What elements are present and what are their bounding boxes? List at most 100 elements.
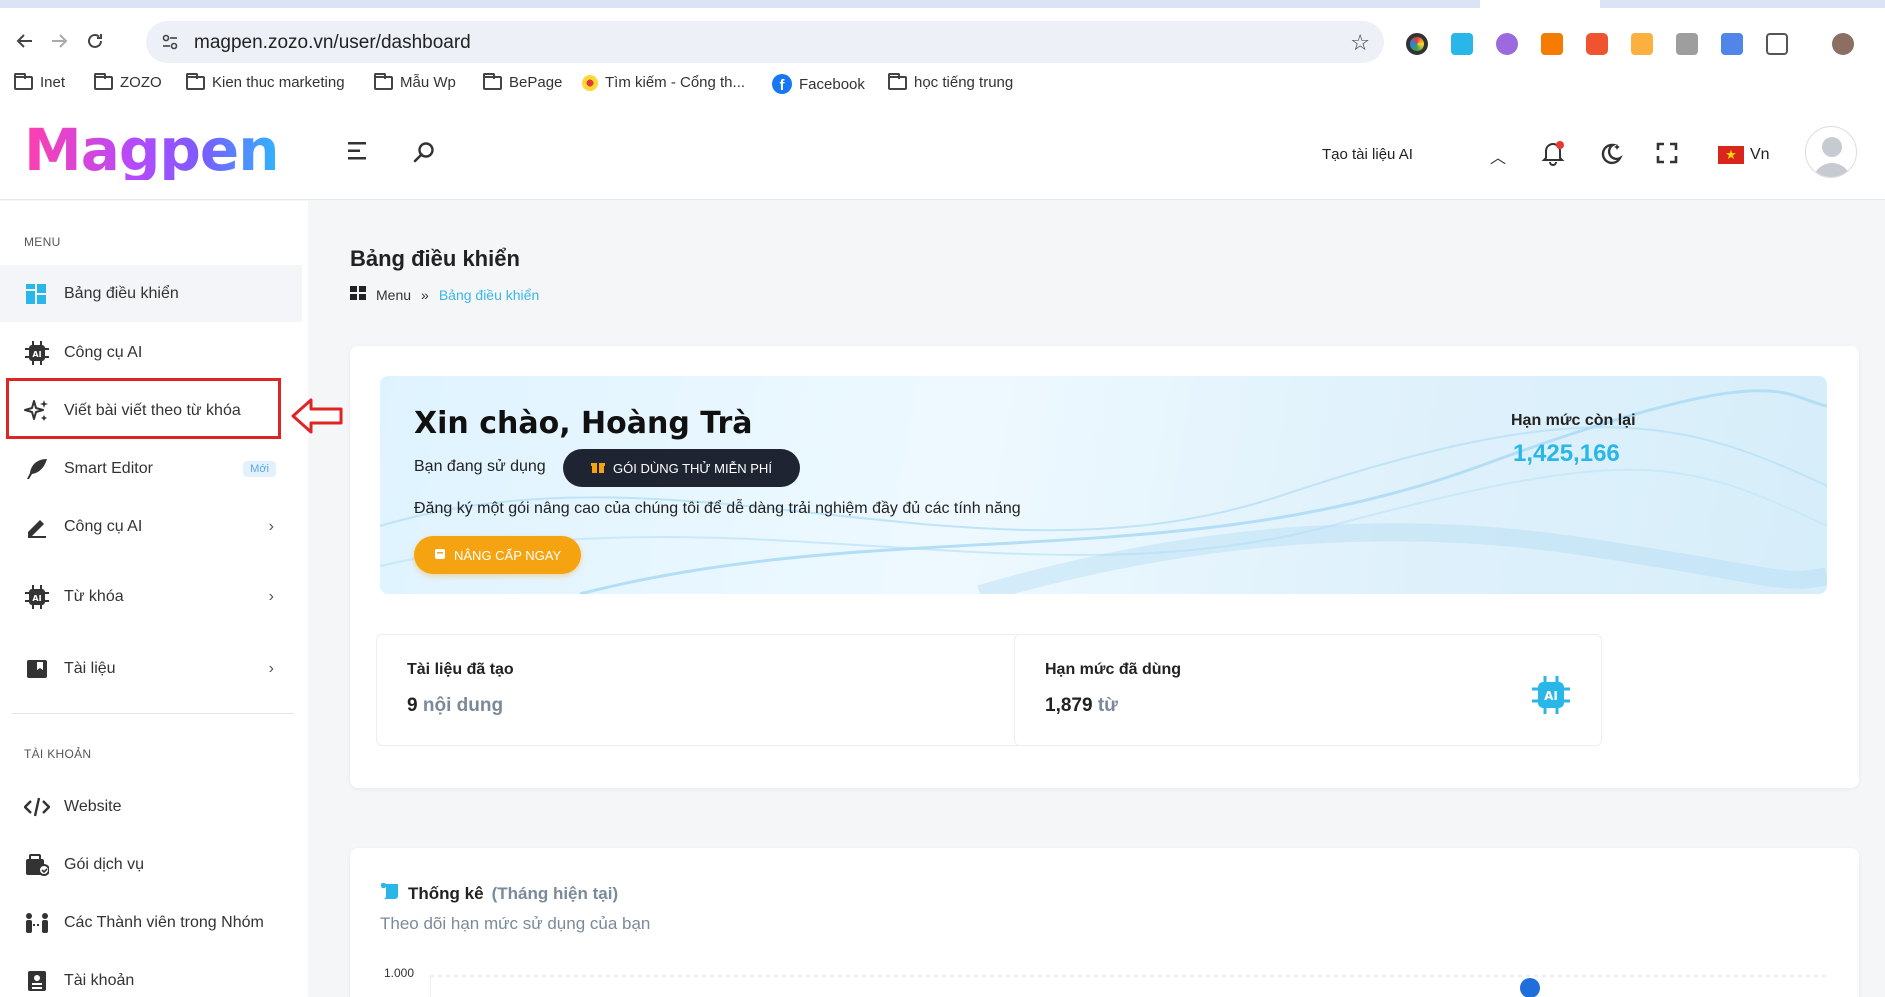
extension-target-icon[interactable] [1631,33,1653,55]
folder-icon [483,72,502,90]
stat-value: 9 nội dung [407,695,504,716]
using-label: Bạn đang sử dụng [414,458,546,475]
upgrade-description: Đăng ký một gói nâng cao của chúng tôi đ… [414,500,1021,517]
extension-record-icon[interactable] [1586,33,1608,55]
profile-avatar[interactable] [1832,33,1854,55]
overview-card: Xin chào, Hoàng Trà Bạn đang sử dụng GÓI… [350,346,1859,788]
vietnam-flag-icon[interactable]: ★ [1718,146,1744,164]
notification-bell-icon[interactable] [1540,140,1566,171]
sidebar-item-ai-tools[interactable]: AI Công cụ AI [0,327,302,379]
chevron-right-icon: › [268,660,274,677]
breadcrumb: Menu » Bảng điều khiển [350,286,539,303]
folder-icon [94,72,113,90]
extension-screenshot-icon[interactable] [1451,33,1473,55]
annotation-arrow-icon [291,396,343,441]
chevron-up-icon[interactable]: ︿ [1490,144,1506,168]
grid-icon [350,286,366,303]
free-trial-plan-button[interactable]: GÓI DÙNG THỬ MIỄN PHÍ [563,449,800,487]
gift-icon [591,460,605,477]
sidebar-item-ai-tools-submenu[interactable]: Công cụ AI › [0,501,302,553]
sidebar-item-account[interactable]: Tài khoản [0,955,302,997]
y-axis-tick: 1.000 [384,966,415,980]
upgrade-button[interactable]: NÂNG CẤP NGAY [414,536,582,574]
bookmark-kien-thuc-marketing[interactable]: Kien thuc marketing [186,72,345,91]
statistics-card: Thống kê (Tháng hiện tại) Theo dõi hạn m… [350,848,1859,997]
statistics-title: Thống kê (Tháng hiện tại) [380,882,618,905]
remaining-quota-label: Hạn mức còn lại [1511,412,1636,429]
feather-icon [24,456,50,482]
bookmark-zozo[interactable]: ZOZO [94,72,162,91]
breadcrumb-current: Bảng điều khiển [438,286,540,303]
sidebar-item-website[interactable]: Website [0,781,302,833]
chart-point[interactable] [1520,978,1540,997]
chevron-right-icon: › [268,518,274,535]
documents-created-card: Tài liệu đã tạo 9 nội dung [376,634,1086,746]
sidebar-item-smart-editor[interactable]: Smart Editor Mới [0,443,302,495]
bookmark-mau-wp[interactable]: Mẫu Wp [374,72,456,91]
active-tab[interactable] [1480,0,1600,8]
id-card-icon [24,968,50,994]
bookmark-hoc-tieng-trung[interactable]: học tiếng trung [888,72,1013,91]
statistics-description: Theo dõi hạn mức sử dụng của bạn [380,914,651,933]
team-icon [24,910,50,936]
stat-value: 1,879 từ [1045,695,1118,716]
quota-used-card: Hạn mức đã dùng 1,879 từ AI [1014,634,1602,746]
code-icon [24,794,50,820]
stat-label: Tài liệu đã tạo [407,661,514,678]
svg-text:AI: AI [32,594,41,603]
menu-section-title: MENU [24,235,61,249]
site-settings-icon[interactable] [160,32,180,57]
bookmarks-bar: Inet ZOZO Kien thuc marketing Mẫu Wp BeP… [0,66,1885,102]
card-icon [434,548,446,563]
bookmark-bepage[interactable]: BePage [483,72,562,91]
breadcrumb-separator: » [421,286,429,303]
remaining-quota-value: 1,425,166 [1513,440,1620,467]
highlight-box [6,378,281,439]
language-code[interactable]: Vn [1750,146,1770,164]
package-icon [24,852,50,878]
reload-icon[interactable] [80,26,110,56]
extension-gear-icon[interactable] [1496,33,1518,55]
extension-translate-icon[interactable] [1721,33,1743,55]
sidebar-item-team-members[interactable]: Các Thành viên trong Nhóm [0,897,302,949]
sidebar-item-keywords[interactable]: AI Từ khóa › [0,571,302,623]
bookmark-facebook[interactable]: f Facebook [772,74,865,94]
pencil-icon [24,514,50,540]
stat-label: Hạn mức đã dùng [1045,661,1182,678]
bookmark-tim-kiem[interactable]: Tìm kiếm - Cổng th... [582,74,745,91]
bookmark-star-icon[interactable]: ☆ [1350,30,1370,56]
app-header: Magpen Tạo tài liệu AI ︿ ★ Vn [0,102,1885,200]
search-icon[interactable] [412,140,436,169]
forward-icon[interactable] [44,26,74,56]
extensions-puzzle-icon[interactable] [1766,33,1788,55]
usage-chart [430,975,1830,997]
breadcrumb-root[interactable]: Menu [376,287,411,303]
brand-logo[interactable]: Magpen [24,120,280,180]
sidebar-item-documents[interactable]: Tài liệu › [0,643,302,695]
chevron-right-icon: › [268,588,274,605]
address-bar[interactable]: magpen.zozo.vn/user/dashboard ☆ [146,21,1384,63]
url-text[interactable]: magpen.zozo.vn/user/dashboard [194,32,471,54]
facebook-icon: f [772,74,792,94]
svg-text:AI: AI [1544,689,1558,703]
ai-chip-icon: AI [24,584,50,610]
sidebar-item-dashboard[interactable]: Bảng điều khiển [0,265,302,322]
dark-mode-icon[interactable] [1598,140,1624,171]
folder-icon [14,72,33,90]
fullscreen-icon[interactable] [1656,142,1678,169]
extension-code-icon[interactable] [1676,33,1698,55]
sidebar-divider [12,713,294,714]
user-avatar[interactable] [1805,126,1857,178]
bookmark-folder-icon [24,656,50,682]
tool-select[interactable]: Tạo tài liệu AI [1322,146,1413,163]
back-icon[interactable] [10,26,40,56]
extension-color-icon[interactable] [1406,33,1428,55]
page-title: Bảng điều khiển [350,246,520,271]
site-icon [582,74,598,91]
bookmark-inet[interactable]: Inet [14,72,65,91]
sidebar-item-service-packages[interactable]: Gói dịch vụ [0,839,302,891]
ai-chip-icon: AI [24,340,50,366]
menu-toggle-icon[interactable] [348,142,370,165]
extension-fox-icon[interactable] [1541,33,1563,55]
ai-chip-icon: AI [1531,675,1571,720]
